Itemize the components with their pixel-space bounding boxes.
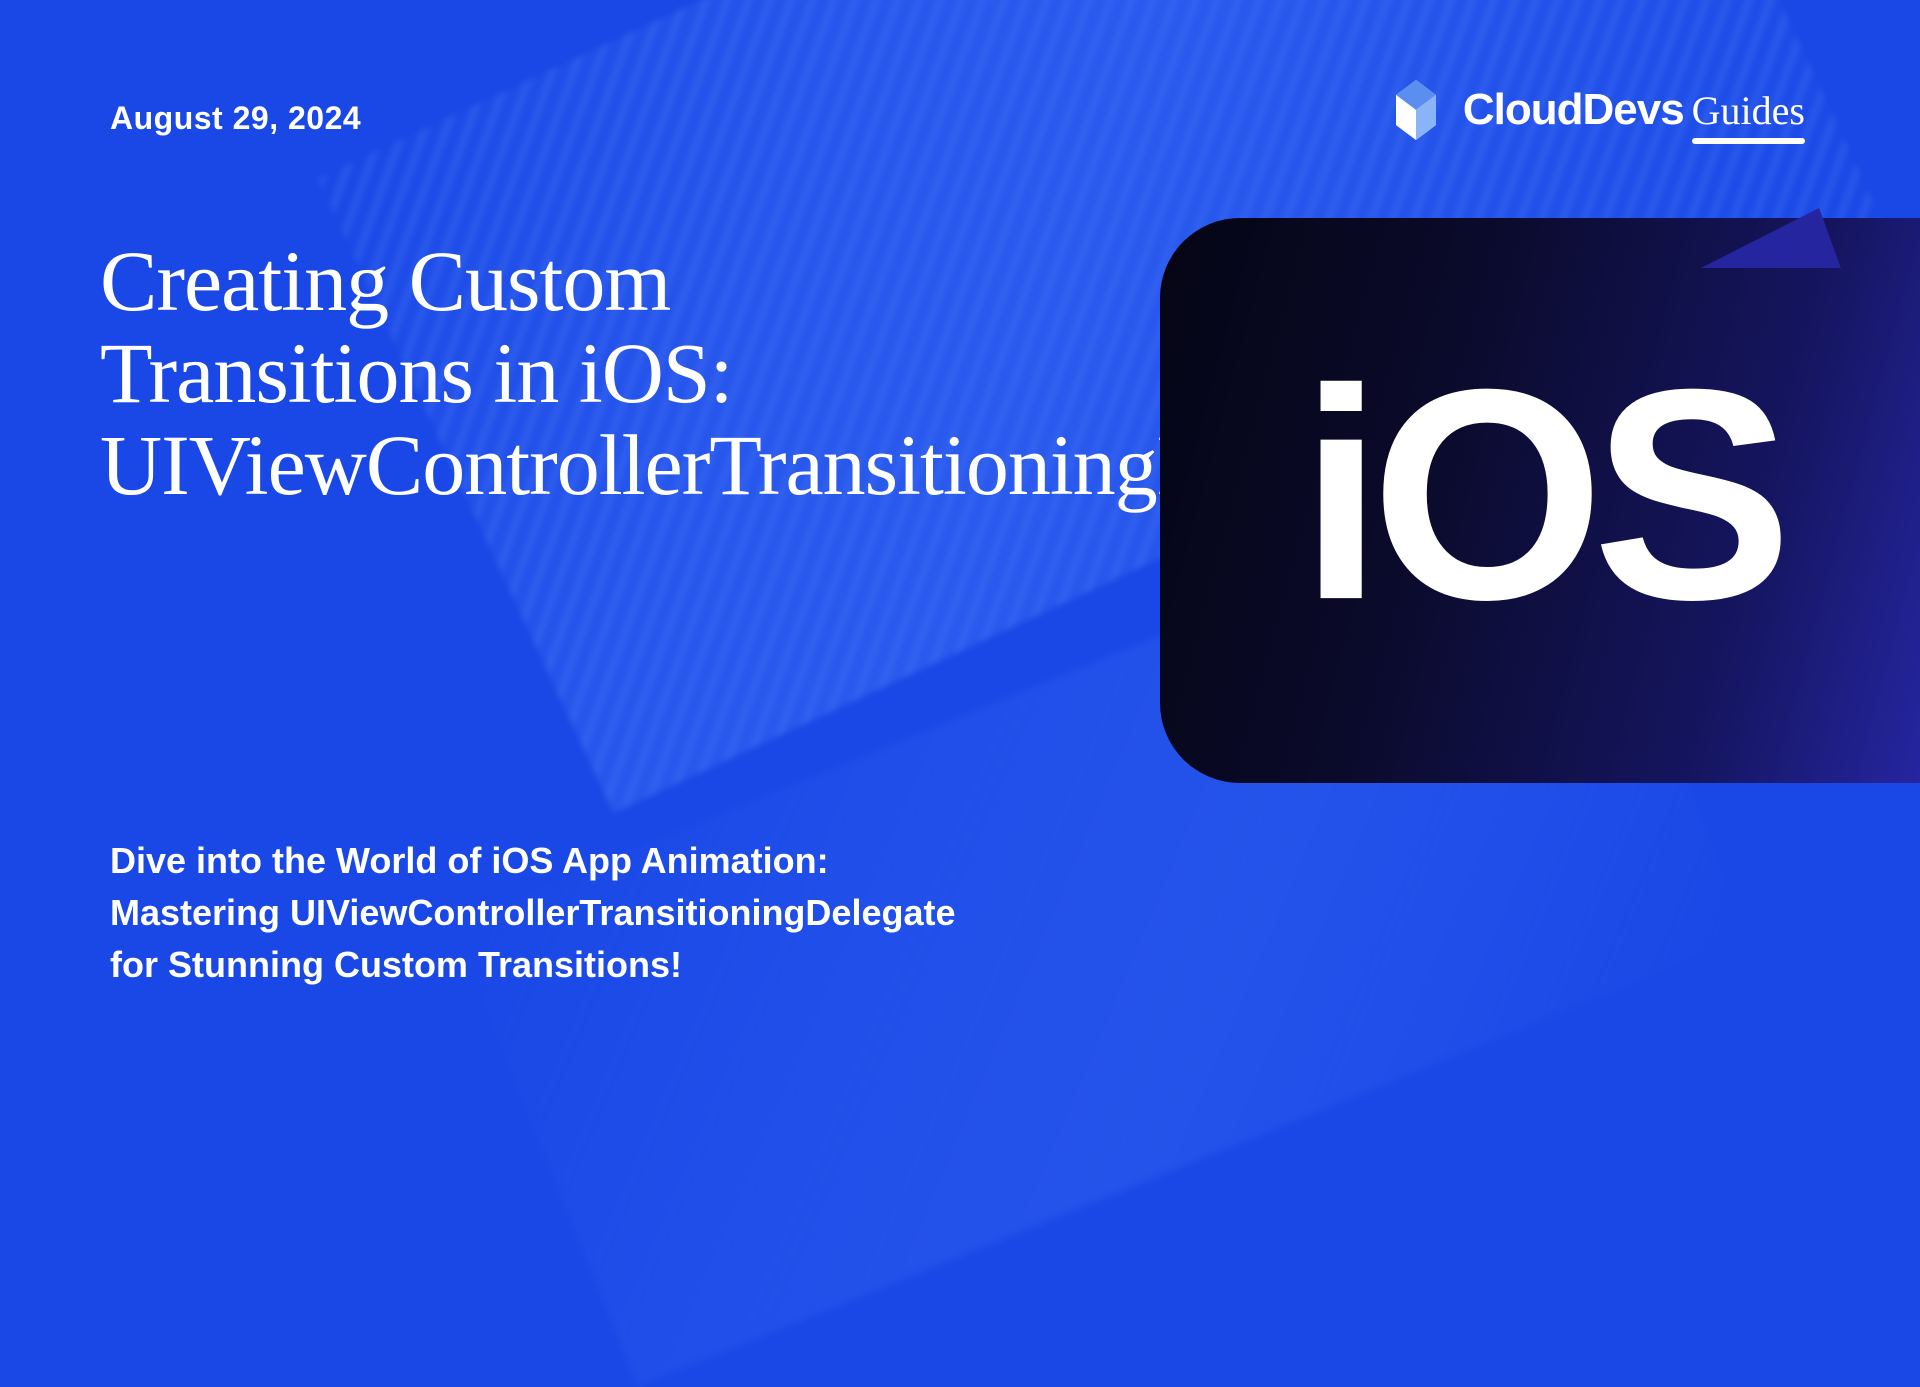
ios-platform-badge: iOS: [1160, 218, 1920, 783]
logo-suffix-wrapper: Guides: [1692, 87, 1805, 134]
clouddevs-icon: [1381, 75, 1451, 145]
logo-underline: [1692, 138, 1805, 144]
publish-date: August 29, 2024: [110, 100, 361, 137]
ios-badge-label: iOS: [1300, 321, 1781, 667]
logo-brand-name: CloudDevs: [1463, 85, 1684, 135]
logo-suffix: Guides: [1692, 88, 1805, 133]
logo-text-group: CloudDevs Guides: [1463, 85, 1805, 135]
brand-logo: CloudDevs Guides: [1381, 75, 1805, 145]
article-subtitle: Dive into the World of iOS App Animation…: [110, 835, 960, 992]
badge-leaf-decoration: [1679, 208, 1841, 268]
article-title: Creating Custom Transitions in iOS: UIVi…: [100, 235, 1050, 511]
